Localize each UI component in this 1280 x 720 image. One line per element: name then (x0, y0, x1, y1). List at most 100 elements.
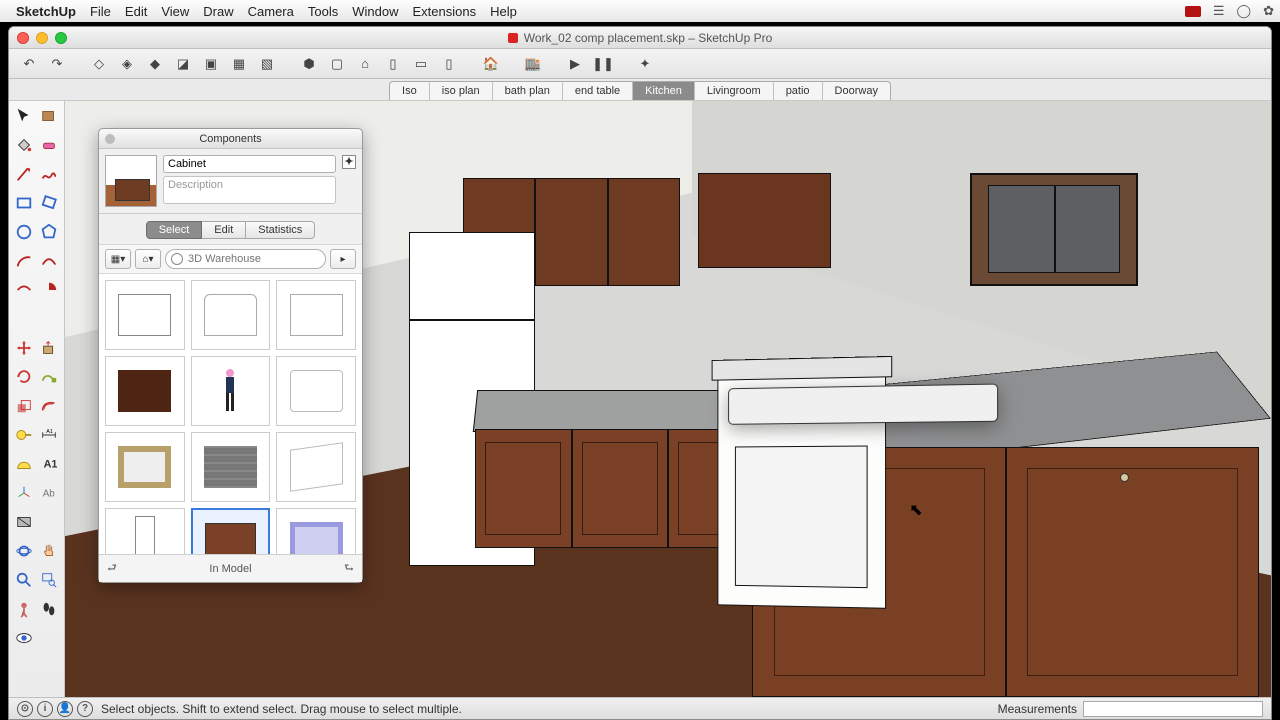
menu-view[interactable]: View (161, 4, 189, 19)
make-component-tool[interactable] (37, 104, 61, 128)
app-name[interactable]: SketchUp (16, 4, 76, 19)
grid-item-dining-set[interactable] (105, 280, 185, 350)
rectangle-tool[interactable] (12, 191, 36, 215)
3pt-arc-tool[interactable] (12, 278, 36, 302)
arc-tool[interactable] (12, 249, 36, 273)
panel-expand-toggle[interactable]: ✦ (342, 155, 356, 169)
style-shaded-icon[interactable]: ◆ (143, 53, 167, 75)
view-iso-icon[interactable]: ⬢ (297, 53, 321, 75)
pie-tool[interactable] (37, 278, 61, 302)
3d-text-tool[interactable]: Ab (37, 481, 61, 505)
window-minimize-button[interactable] (36, 32, 48, 44)
grid-item-rug[interactable] (276, 508, 356, 554)
scene-tab-patio[interactable]: patio (774, 82, 823, 100)
protractor-tool[interactable] (12, 452, 36, 476)
pause-animation-button[interactable]: ❚❚ (591, 53, 615, 75)
components-panel[interactable]: Components Description ✦ Select Edit Sta… (98, 128, 363, 583)
help-icon[interactable]: ? (77, 701, 93, 717)
signin-icon[interactable]: 👤 (57, 701, 73, 717)
window-zoom-button[interactable] (55, 32, 67, 44)
scene-tab-kitchen[interactable]: Kitchen (633, 82, 695, 100)
window-close-button[interactable] (17, 32, 29, 44)
view-top-icon[interactable]: ▢ (325, 53, 349, 75)
component-name-field[interactable] (163, 155, 336, 173)
circle-tool[interactable] (12, 220, 36, 244)
grid-item-fridge[interactable] (105, 508, 185, 554)
dimension-tool[interactable]: A1 (37, 423, 61, 447)
section-plane-tool[interactable] (12, 510, 36, 534)
rotated-rect-tool[interactable] (37, 191, 61, 215)
credits-icon[interactable]: i (37, 701, 53, 717)
cloud-sync-icon[interactable]: ◯ (1237, 3, 1252, 19)
style-shadedtex-icon[interactable]: ◪ (171, 53, 195, 75)
grid-item-tile[interactable] (191, 432, 271, 502)
nav-back-icon[interactable]: ⮐ (107, 559, 117, 578)
undo-button[interactable]: ↶ (17, 53, 41, 75)
panel-tab-statistics[interactable]: Statistics (246, 221, 315, 239)
line-tool[interactable] (12, 162, 36, 186)
offset-tool[interactable] (37, 394, 61, 418)
menu-tools[interactable]: Tools (308, 4, 338, 19)
menu-window[interactable]: Window (352, 4, 398, 19)
view-front-icon[interactable]: ⌂ (353, 53, 377, 75)
view-right-icon[interactable]: ▯ (381, 53, 405, 75)
grid-item-bed[interactable] (276, 432, 356, 502)
position-camera-tool[interactable] (12, 597, 36, 621)
eraser-tool[interactable] (37, 133, 61, 157)
followme-tool[interactable] (37, 365, 61, 389)
scene-tab-isoplan[interactable]: iso plan (430, 82, 493, 100)
grid-item-sectional[interactable] (276, 280, 356, 350)
extension-warehouse-icon[interactable]: 🏬 (521, 53, 545, 75)
geolocation-icon[interactable]: ⊙ (17, 701, 33, 717)
scene-tab-endtable[interactable]: end table (563, 82, 633, 100)
component-description-field[interactable]: Description (163, 176, 336, 204)
scale-tool[interactable] (12, 394, 36, 418)
menu-help[interactable]: Help (490, 4, 517, 19)
model-info-icon[interactable]: 🏠 (479, 53, 503, 75)
in-model-button[interactable]: ⌂▾ (135, 249, 161, 269)
grid-item-sofa[interactable] (191, 280, 271, 350)
scene-tab-iso[interactable]: Iso (390, 82, 430, 100)
style-xray-icon[interactable]: ▦ (227, 53, 251, 75)
select-tool[interactable] (12, 104, 36, 128)
window-titlebar[interactable]: Work_02 comp placement.skp – SketchUp Pr… (9, 27, 1271, 49)
paint-bucket-tool[interactable] (12, 133, 36, 157)
freehand-tool[interactable] (37, 162, 61, 186)
style-backedges-icon[interactable]: ▧ (255, 53, 279, 75)
polygon-tool[interactable] (37, 220, 61, 244)
scene-tab-bathplan[interactable]: bath plan (493, 82, 563, 100)
scene-tab-doorway[interactable]: Doorway (823, 82, 890, 100)
redo-button[interactable]: ↷ (45, 53, 69, 75)
grid-item-frame[interactable] (105, 432, 185, 502)
menu-extensions[interactable]: Extensions (412, 4, 476, 19)
view-left-icon[interactable]: ▯ (437, 53, 461, 75)
menu-file[interactable]: File (90, 4, 111, 19)
tape-measure-tool[interactable] (12, 423, 36, 447)
text-tool[interactable]: A1 (37, 452, 61, 476)
view-mode-button[interactable]: ▦▾ (105, 249, 131, 269)
menu-camera[interactable]: Camera (248, 4, 294, 19)
warehouse-search-input[interactable] (165, 249, 326, 269)
grid-item-person[interactable] (191, 356, 271, 426)
notification-center-icon[interactable]: ☰ (1213, 3, 1225, 19)
2pt-arc-tool[interactable] (37, 249, 61, 273)
panel-tab-select[interactable]: Select (146, 221, 203, 239)
move-tool[interactable] (12, 336, 36, 360)
pan-tool[interactable] (37, 539, 61, 563)
menu-draw[interactable]: Draw (203, 4, 233, 19)
measurements-input[interactable] (1083, 701, 1263, 717)
play-animation-button[interactable]: ▶ (563, 53, 587, 75)
nav-fwd-icon[interactable]: ⮑ (344, 559, 354, 578)
grid-item-coffee-table[interactable] (105, 356, 185, 426)
grid-item-mattress[interactable] (276, 356, 356, 426)
components-panel-titlebar[interactable]: Components (99, 129, 362, 149)
menu-edit[interactable]: Edit (125, 4, 147, 19)
panel-tab-edit[interactable]: Edit (202, 221, 246, 239)
details-button[interactable]: ▸ (330, 249, 356, 269)
settings-gear-icon[interactable]: ✿ (1263, 3, 1274, 19)
zoom-window-tool[interactable] (37, 568, 61, 592)
walk-tool[interactable] (37, 597, 61, 621)
panel-close-button[interactable] (105, 134, 115, 144)
style-wireframe-icon[interactable]: ◇ (87, 53, 111, 75)
orbit-tool[interactable] (12, 539, 36, 563)
